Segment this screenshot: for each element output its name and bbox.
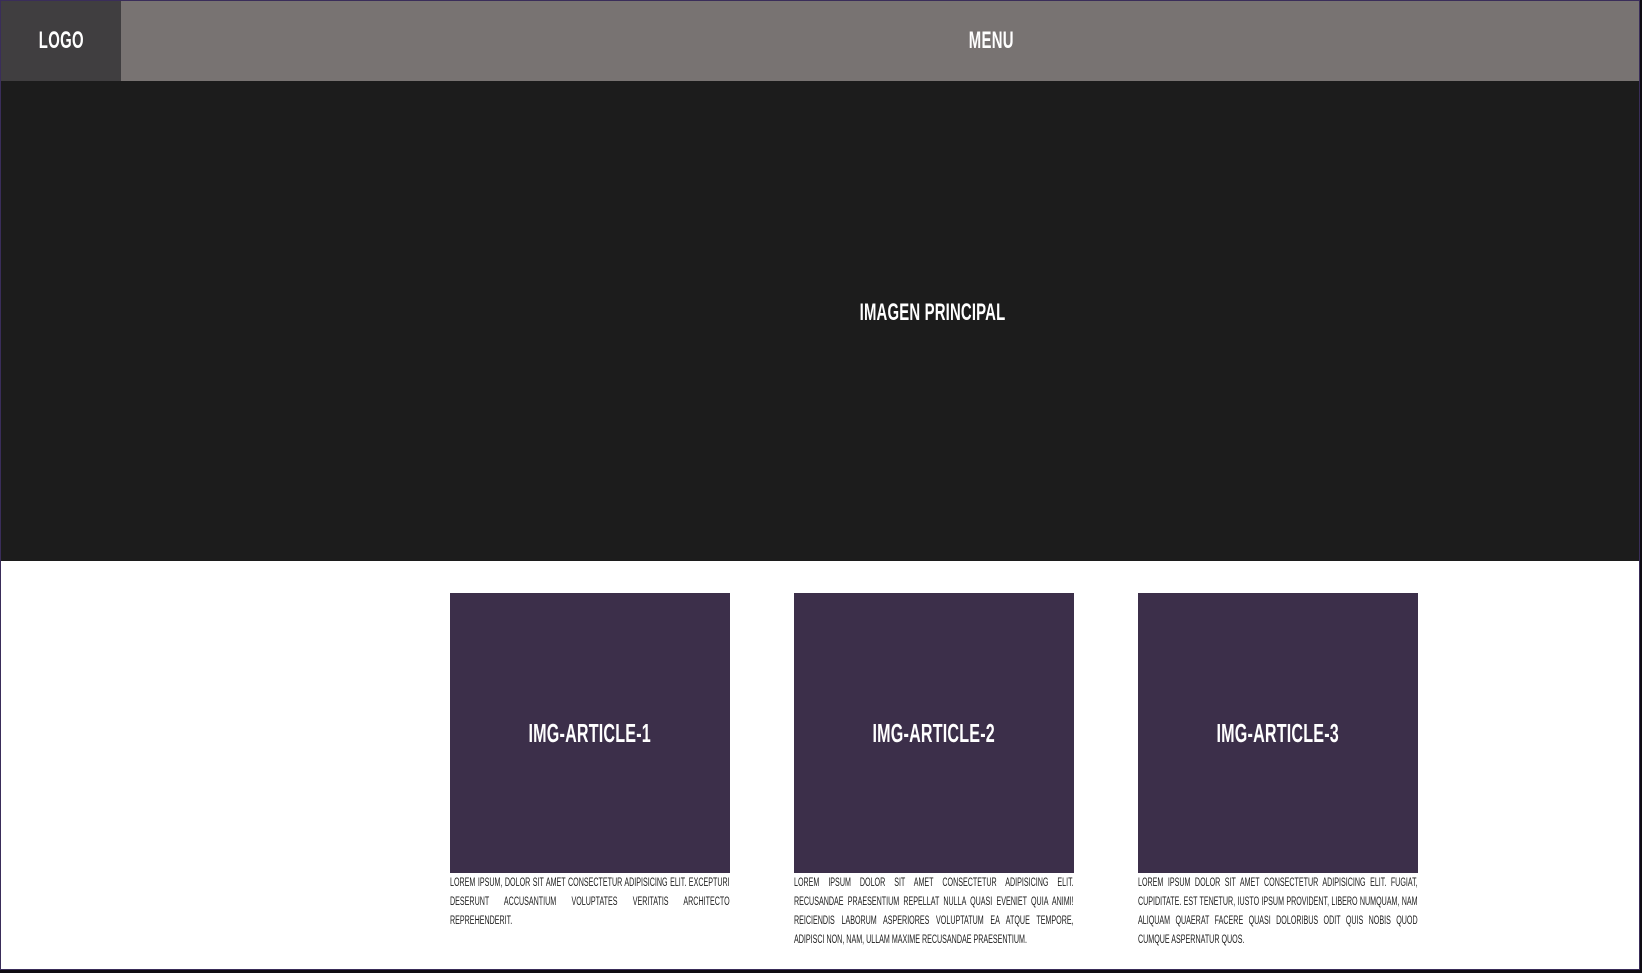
hero-label: IMAGEN PRINCIPAL xyxy=(783,293,1083,333)
hero-image-placeholder: IMAGEN PRINCIPAL xyxy=(1,81,1639,561)
article-text-1: LOREM IPSUM, DOLOR SIT AMET CONSECTETUR … xyxy=(450,874,730,931)
menu-button[interactable]: MENU xyxy=(901,1,1081,81)
article-card-3: IMG-ARTICLE-3 LOREM IPSUM DOLOR SIT AMET… xyxy=(1138,593,1418,962)
article-image-label: IMG-ARTICLE-2 xyxy=(872,717,996,748)
article-card-2: IMG-ARTICLE-2 LOREM IPSUM DOLOR SIT AMET… xyxy=(794,593,1074,962)
hero-label-text: IMAGEN PRINCIPAL xyxy=(860,299,1006,326)
article-image-label: IMG-ARTICLE-3 xyxy=(1216,717,1340,748)
article-text-3: LOREM IPSUM DOLOR SIT AMET CONSECTETUR A… xyxy=(1138,874,1418,950)
article-card-1: IMG-ARTICLE-1 LOREM IPSUM, DOLOR SIT AME… xyxy=(450,593,730,943)
article-text-2: LOREM IPSUM DOLOR SIT AMET CONSECTETUR A… xyxy=(794,874,1074,950)
logo[interactable]: LOGO xyxy=(1,1,121,81)
menu-label: MENU xyxy=(968,27,1014,54)
article-image-2[interactable]: IMG-ARTICLE-2 xyxy=(794,593,1074,873)
article-text-content: LOREM IPSUM, DOLOR SIT AMET CONSECTETUR … xyxy=(450,877,730,927)
article-text-content: LOREM IPSUM DOLOR SIT AMET CONSECTETUR A… xyxy=(794,877,1074,946)
site-header: LOGO MENU xyxy=(1,1,1639,81)
logo-label: LOGO xyxy=(38,27,84,54)
article-text-content: LOREM IPSUM DOLOR SIT AMET CONSECTETUR A… xyxy=(1138,877,1418,946)
page-frame: LOGO MENU IMAGEN PRINCIPAL IMG-ARTICLE-1… xyxy=(0,0,1640,970)
article-image-label: IMG-ARTICLE-1 xyxy=(528,717,652,748)
article-image-3[interactable]: IMG-ARTICLE-3 xyxy=(1138,593,1418,873)
browser-viewport: LOGO MENU IMAGEN PRINCIPAL IMG-ARTICLE-1… xyxy=(0,0,1642,973)
article-image-1[interactable]: IMG-ARTICLE-1 xyxy=(450,593,730,873)
